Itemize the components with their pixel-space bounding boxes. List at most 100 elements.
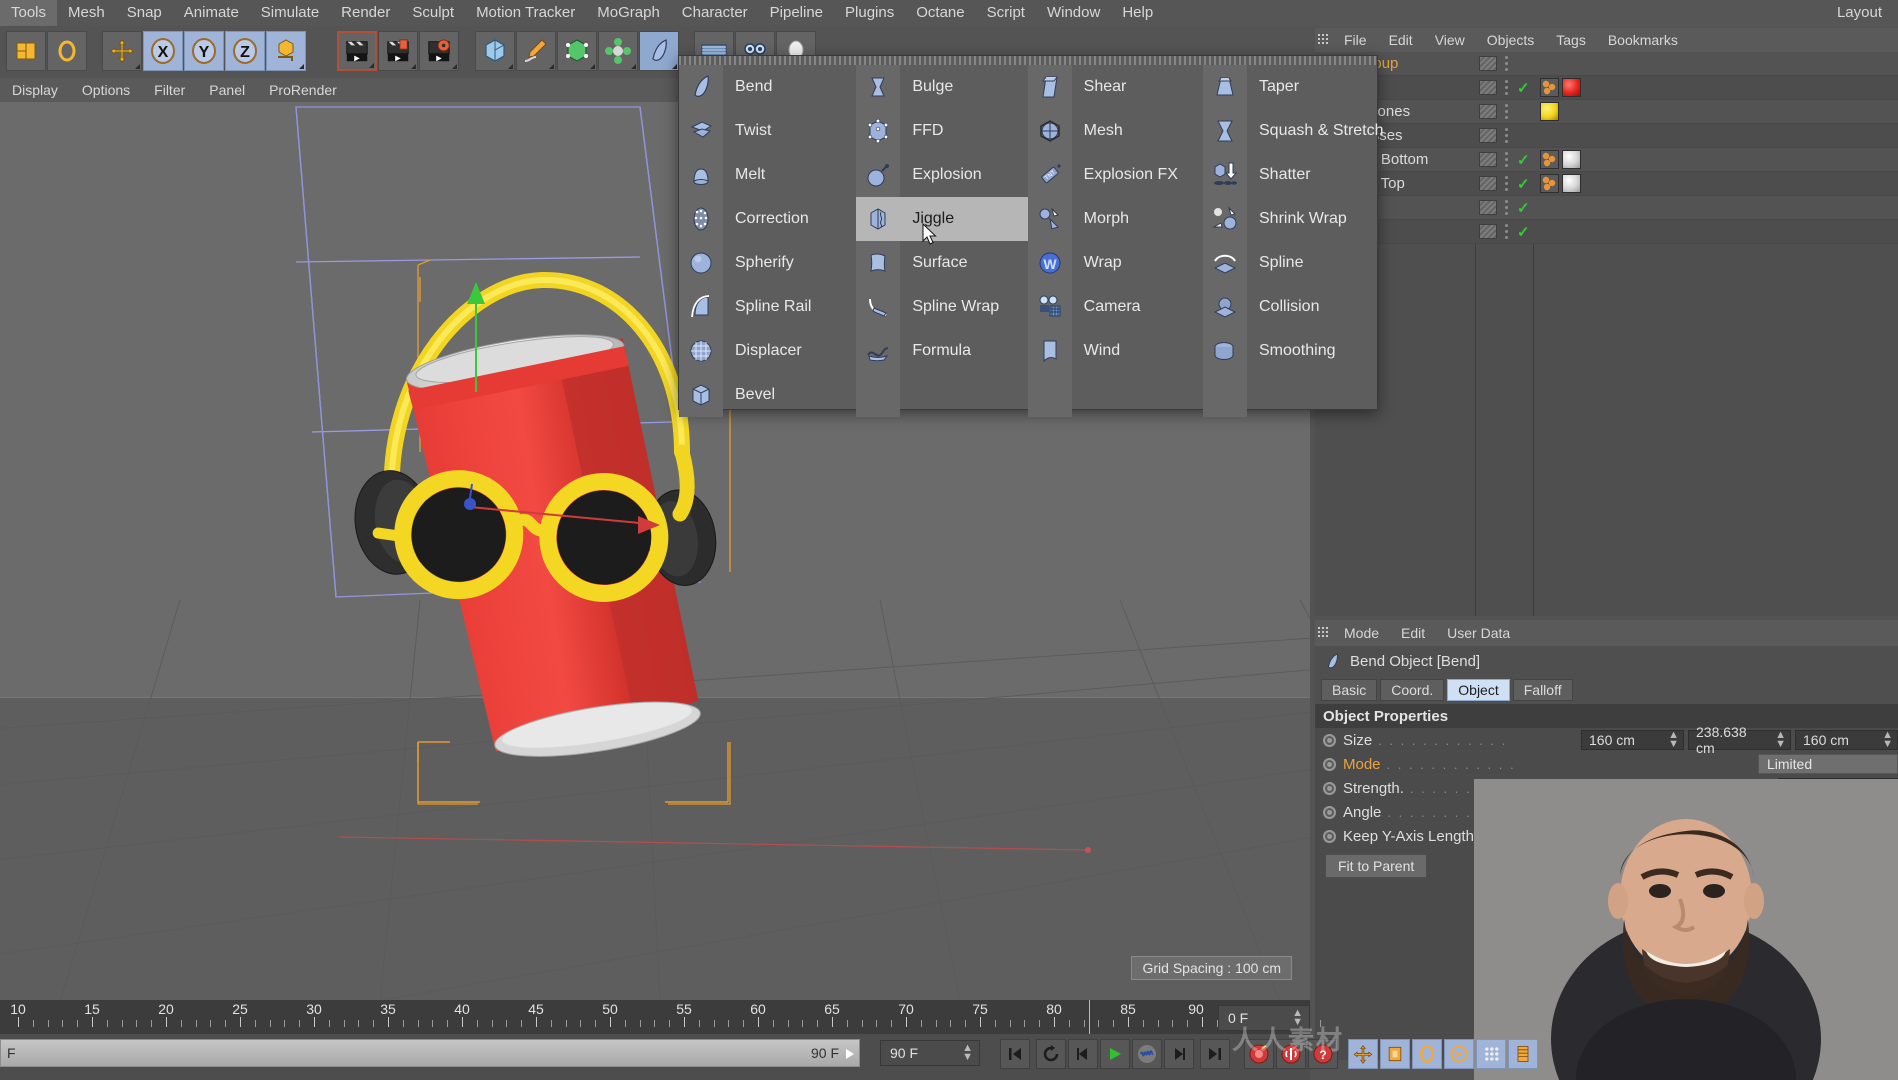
step-back-button[interactable] (1068, 1039, 1098, 1069)
layer-dots-icon[interactable] (1505, 103, 1509, 120)
menu-item-displacer[interactable]: Displacer (679, 329, 856, 373)
menu-item-render[interactable]: Render (330, 0, 401, 26)
menu-item-melt[interactable]: Melt (679, 153, 856, 197)
menu-item-ffd[interactable]: FFD (856, 109, 1027, 153)
menu-item-twist[interactable]: Twist (679, 109, 856, 153)
menu-item-spline-wrap[interactable]: Spline Wrap (856, 285, 1027, 329)
menu-item-window[interactable]: Window (1036, 0, 1111, 26)
viewport-menu-panel[interactable]: Panel (197, 82, 257, 98)
visibility-dots-icon[interactable] (1479, 176, 1497, 191)
lock-y-button[interactable]: Y (184, 31, 224, 71)
tab-coord[interactable]: Coord. (1380, 679, 1445, 701)
table-row[interactable]: Can Group (1315, 52, 1898, 76)
menu-item-camera[interactable]: Camera (1028, 285, 1203, 329)
visibility-dots-icon[interactable] (1479, 152, 1497, 167)
stepper-icon[interactable]: ▲ ▼ (1874, 730, 1893, 750)
param-key-button[interactable]: P (1444, 1039, 1474, 1069)
lock-z-button[interactable]: Z (225, 31, 265, 71)
play-forward-button[interactable] (1100, 1039, 1130, 1069)
menu-item-pipeline[interactable]: Pipeline (759, 0, 834, 26)
menu-item-morph[interactable]: Morph (1028, 197, 1203, 241)
table-row[interactable]: Twist ✓ (1315, 196, 1898, 220)
viewport-menu-options[interactable]: Options (70, 82, 142, 98)
timeline-ruler[interactable]: 10 15 20 25 30 35 40 45 50 55 60 65 70 7… (0, 1000, 1322, 1034)
layer-dots-icon[interactable] (1505, 223, 1509, 240)
menu-item-tools[interactable]: Tools (0, 0, 58, 26)
menu-item-plugins[interactable]: Plugins (834, 0, 905, 26)
layer-dots-icon[interactable] (1505, 79, 1509, 96)
material-tag-icon[interactable] (1562, 150, 1581, 169)
mode-dropdown[interactable]: Limited (1758, 754, 1898, 774)
animate-dot-icon[interactable] (1323, 829, 1336, 843)
table-row[interactable]: Can ✓ (1315, 76, 1898, 100)
menu-item-sculpt[interactable]: Sculpt (401, 0, 465, 26)
menu-item-surface[interactable]: Surface (856, 241, 1027, 285)
play-button[interactable] (1132, 1039, 1162, 1069)
animate-dot-icon[interactable] (1323, 733, 1336, 747)
add-array-button[interactable] (598, 31, 638, 71)
visibility-dots-icon[interactable] (1479, 224, 1497, 239)
table-row[interactable]: Headphones (1315, 100, 1898, 124)
menu-item-script[interactable]: Script (976, 0, 1036, 26)
rotation-key-button[interactable] (1412, 1039, 1442, 1069)
world-object-coordinate-button[interactable] (266, 31, 306, 71)
menu-item-bulge[interactable]: Bulge (856, 65, 1027, 109)
menu-item-smoothing[interactable]: Smoothing (1203, 329, 1377, 373)
table-row[interactable]: Can Lid Bottom ✓ (1315, 148, 1898, 172)
menu-item-bend[interactable]: Bend (679, 65, 856, 109)
render-settings-button[interactable] (419, 31, 459, 71)
add-generator-button[interactable] (557, 31, 597, 71)
menu-item-taper[interactable]: Taper (1203, 65, 1377, 109)
menu-item-spline-rail[interactable]: Spline Rail (679, 285, 856, 329)
add-cube-button[interactable] (475, 31, 515, 71)
menu-item-squash-stretch[interactable]: Squash & Stretch (1203, 109, 1384, 153)
tab-falloff[interactable]: Falloff (1512, 679, 1573, 701)
table-row[interactable]: Can Lid Top ✓ (1315, 172, 1898, 196)
move-tool-button[interactable] (102, 31, 142, 71)
animate-dot-icon[interactable] (1323, 781, 1336, 795)
attribute-menu-mode[interactable]: Mode (1333, 625, 1390, 641)
layer-dots-icon[interactable] (1505, 199, 1509, 216)
timeline-button[interactable] (1508, 1039, 1538, 1069)
menu-item-octane[interactable]: Octane (905, 0, 975, 26)
object-manager-menu-file[interactable]: File (1333, 32, 1378, 48)
phong-tag-icon[interactable] (1540, 78, 1559, 97)
table-row[interactable]: Sunglasses (1315, 124, 1898, 148)
enabled-check-icon[interactable]: ✓ (1517, 79, 1530, 97)
material-tag-icon[interactable] (1562, 174, 1581, 193)
lock-x-button[interactable]: X (143, 31, 183, 71)
size-y-field[interactable]: 238.638 cm ▲ ▼ (1688, 724, 1791, 756)
undo-button[interactable] (6, 31, 46, 71)
layer-dots-icon[interactable] (1505, 127, 1509, 144)
add-deformer-button[interactable] (639, 31, 679, 71)
phong-tag-icon[interactable] (1540, 174, 1559, 193)
menu-item-spherify[interactable]: Spherify (679, 241, 856, 285)
tab-object[interactable]: Object (1447, 679, 1510, 701)
object-manager-tree[interactable]: Can Group Can ✓ Headphones (1315, 52, 1898, 616)
enabled-check-icon[interactable]: ✓ (1517, 151, 1530, 169)
animate-dot-icon[interactable] (1323, 757, 1336, 771)
table-row[interactable]: Bend ✓ (1315, 220, 1898, 244)
menu-item-wind[interactable]: Wind (1028, 329, 1203, 373)
object-manager-menu-objects[interactable]: Objects (1476, 32, 1545, 48)
layer-dots-icon[interactable] (1505, 151, 1509, 168)
tab-basic[interactable]: Basic (1321, 679, 1378, 701)
phong-tag-icon[interactable] (1540, 150, 1559, 169)
deformer-popup-menu[interactable]: Bend Twist Melt Correction Spherify Spli… (678, 55, 1384, 417)
range-handle-icon[interactable] (846, 1049, 854, 1059)
menu-item-bevel[interactable]: Bevel (679, 373, 856, 417)
enabled-check-icon[interactable]: ✓ (1517, 223, 1530, 241)
scale-key-button[interactable] (1380, 1039, 1410, 1069)
object-manager-grip-icon[interactable] (1315, 28, 1333, 52)
go-to-end-button[interactable] (1200, 1039, 1230, 1069)
visibility-dots-icon[interactable] (1479, 200, 1497, 215)
stepper-icon[interactable]: ▲ ▼ (1767, 730, 1786, 750)
menu-item-formula[interactable]: Formula (856, 329, 1027, 373)
loop-button[interactable] (1036, 1039, 1066, 1069)
end-frame-field[interactable]: 90 F ▲ ▼ (880, 1040, 980, 1066)
preview-range-slider[interactable]: F 90 F (0, 1039, 860, 1067)
step-forward-button[interactable] (1164, 1039, 1194, 1069)
size-z-field[interactable]: 160 cm ▲ ▼ (1795, 730, 1898, 750)
layer-dots-icon[interactable] (1505, 175, 1509, 192)
visibility-dots-icon[interactable] (1479, 104, 1497, 119)
